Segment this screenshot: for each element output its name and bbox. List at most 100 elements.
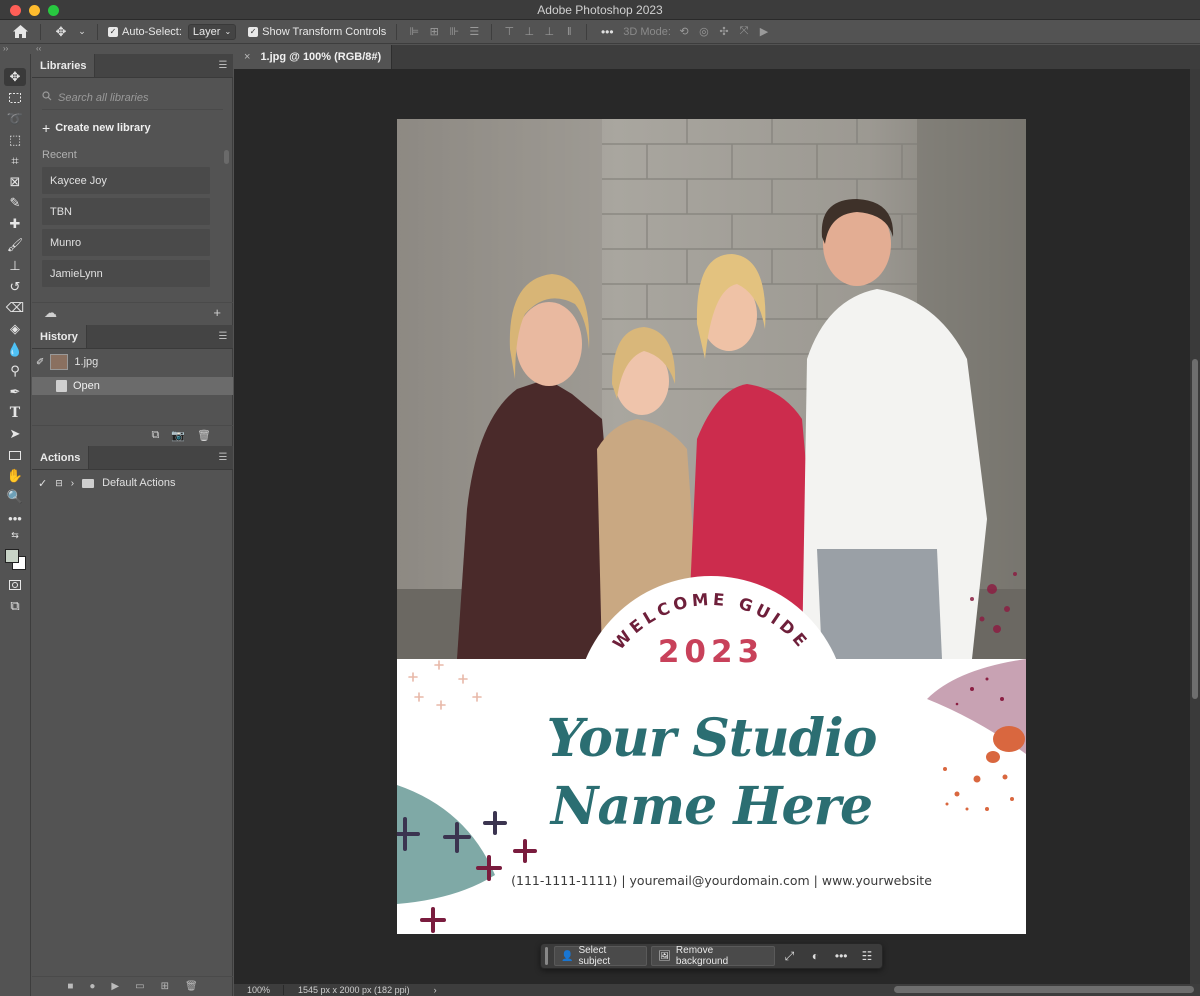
collapse-icon[interactable]: ‹‹ <box>36 44 41 53</box>
paint-bucket-tool-icon[interactable]: ◈ <box>4 320 26 338</box>
action-set-row[interactable]: ✓ ⊟ › Default Actions <box>32 474 233 492</box>
eyedropper-tool-icon[interactable]: ✎ <box>4 194 26 212</box>
camera-icon[interactable]: 📷 <box>171 429 185 442</box>
home-icon[interactable] <box>10 22 30 42</box>
move-tool-icon[interactable]: ✥ <box>4 68 26 86</box>
path-selection-tool-icon[interactable]: ➤ <box>4 425 26 443</box>
trash-icon[interactable]: 🗑 <box>197 429 211 442</box>
chevron-right-icon[interactable]: › <box>410 985 437 995</box>
panel-menu-icon[interactable]: ☰ <box>213 54 233 77</box>
tab-history[interactable]: History <box>32 325 87 348</box>
remove-background-button[interactable]: 🖼 Remove background <box>651 945 775 967</box>
create-library-button[interactable]: + Create new library <box>42 120 223 136</box>
list-item[interactable]: Kaycee Joy <box>42 167 210 194</box>
check-icon[interactable]: ✓ <box>38 477 47 490</box>
record-icon[interactable]: ● <box>89 981 95 992</box>
new-set-folder-icon[interactable]: ▭ <box>135 981 144 992</box>
align-hcenter-icon[interactable]: ⊞ <box>427 25 441 39</box>
auto-select-dropdown[interactable]: Layer ⌄ <box>187 23 237 40</box>
artboard[interactable]: WELCOME GUIDE 2023 Your Studio Name Here… <box>397 119 1026 934</box>
more-options-icon[interactable]: ••• <box>597 22 617 42</box>
tab-libraries[interactable]: Libraries <box>32 54 96 77</box>
3d-roll-icon[interactable]: ◎ <box>697 25 711 39</box>
play-icon[interactable]: ▶ <box>111 981 119 992</box>
align-top-icon[interactable]: ⊤ <box>502 25 516 39</box>
align-left-icon[interactable]: ⊫ <box>407 25 421 39</box>
zoom-window-button[interactable] <box>48 5 59 16</box>
tab-actions[interactable]: Actions <box>32 446 90 469</box>
document-tab[interactable]: × 1.jpg @ 100% (RGB/8#) <box>234 45 393 69</box>
history-state[interactable]: Open <box>32 377 233 395</box>
clone-stamp-tool-icon[interactable]: ⊥ <box>4 257 26 275</box>
cloud-icon[interactable]: ☁ <box>44 305 57 321</box>
distribute-vertical-icon[interactable]: ‖ <box>562 25 576 39</box>
show-transform-checkbox[interactable]: ✓ Show Transform Controls <box>248 26 386 38</box>
scrollbar-thumb[interactable] <box>1192 359 1198 699</box>
history-snapshot[interactable]: ✐ 1.jpg <box>32 349 233 375</box>
align-right-icon[interactable]: ⊪ <box>447 25 461 39</box>
adjustment-icon[interactable]: ◐ <box>804 946 826 966</box>
foreground-color-swatch[interactable] <box>5 549 19 563</box>
3d-camera-icon[interactable]: ▶ <box>757 25 771 39</box>
dodge-tool-icon[interactable]: ⚲ <box>4 362 26 380</box>
screen-mode-icon[interactable]: ⧉ <box>4 597 26 615</box>
dialog-toggle-icon[interactable]: ⊟ <box>55 478 63 489</box>
list-item[interactable]: TBN <box>42 198 210 225</box>
eraser-tool-icon[interactable]: ⌫ <box>4 299 26 317</box>
new-document-from-state-icon[interactable]: ⧉ <box>151 429 159 442</box>
chevron-down-icon[interactable]: ⌄ <box>77 22 87 42</box>
zoom-level[interactable]: 100% <box>234 985 284 995</box>
edit-toolbar-icon[interactable]: ••• <box>4 509 26 527</box>
pen-tool-icon[interactable]: ✒ <box>4 383 26 401</box>
panel-menu-icon[interactable]: ☰ <box>213 446 233 469</box>
list-item[interactable]: JamieLynn <box>42 260 210 287</box>
3d-orbit-icon[interactable]: ⟲ <box>677 25 691 39</box>
close-icon[interactable]: × <box>244 51 250 63</box>
new-action-icon[interactable]: ⊞ <box>161 981 169 992</box>
close-window-button[interactable] <box>10 5 21 16</box>
panel-menu-icon[interactable]: ☰ <box>213 325 233 348</box>
vertical-scrollbar[interactable] <box>1190 69 1200 986</box>
search-input[interactable]: Search all libraries <box>58 92 148 104</box>
expand-icon[interactable]: ›› <box>3 44 8 53</box>
chevron-right-icon[interactable]: › <box>71 478 74 489</box>
more-options-icon[interactable]: ••• <box>830 946 852 966</box>
healing-brush-tool-icon[interactable]: ✚ <box>4 215 26 233</box>
history-brush-tool-icon[interactable]: ↺ <box>4 278 26 296</box>
crop-tool-icon[interactable]: ⌗ <box>4 152 26 170</box>
blur-tool-icon[interactable]: 💧 <box>4 341 26 359</box>
quick-mask-icon[interactable] <box>4 576 26 594</box>
recent-label: Recent <box>42 149 77 161</box>
settings-sliders-icon[interactable]: ☷ <box>856 946 878 966</box>
add-icon[interactable]: + <box>213 305 221 320</box>
3d-slide-icon[interactable]: ⤧ <box>737 25 751 39</box>
brush-tool-icon[interactable]: 🖌 <box>4 236 26 254</box>
object-selection-tool-icon[interactable]: ⬚ <box>4 131 26 149</box>
distribute-icon[interactable]: ☰ <box>467 25 481 39</box>
history-brush-source-icon[interactable]: ✐ <box>36 357 44 368</box>
zoom-tool-icon[interactable]: 🔍 <box>4 488 26 506</box>
frame-tool-icon[interactable]: ⊠ <box>4 173 26 191</box>
history-state-label: Open <box>73 380 100 392</box>
type-tool-icon[interactable]: T <box>4 404 26 422</box>
marquee-tool-icon[interactable] <box>4 89 26 107</box>
auto-select-checkbox[interactable]: ✓ Auto-Select: <box>108 26 182 38</box>
drag-handle[interactable] <box>545 947 548 965</box>
library-search[interactable]: Search all libraries <box>42 86 223 110</box>
select-subject-button[interactable]: 👤 Select subject <box>553 945 648 967</box>
move-tool-preset-icon[interactable]: ✥ <box>51 22 71 42</box>
list-item[interactable]: Munro <box>42 229 210 256</box>
rectangle-tool-icon[interactable] <box>4 446 26 464</box>
align-bottom-icon[interactable]: ⊥ <box>542 25 556 39</box>
swap-colors-icon[interactable]: ⇆ <box>4 530 26 540</box>
transform-icon[interactable]: ⤢ <box>779 946 801 966</box>
lasso-tool-icon[interactable]: ➰ <box>4 110 26 128</box>
stop-icon[interactable]: ■ <box>67 981 73 992</box>
minimize-window-button[interactable] <box>29 5 40 16</box>
3d-pan-icon[interactable]: ✣ <box>717 25 731 39</box>
horizontal-scrollbar[interactable] <box>894 986 1194 993</box>
trash-icon[interactable]: 🗑 <box>185 981 198 992</box>
libraries-scrollbar[interactable] <box>224 150 229 164</box>
hand-tool-icon[interactable]: ✋ <box>4 467 26 485</box>
align-vcenter-icon[interactable]: ⊥ <box>522 25 536 39</box>
